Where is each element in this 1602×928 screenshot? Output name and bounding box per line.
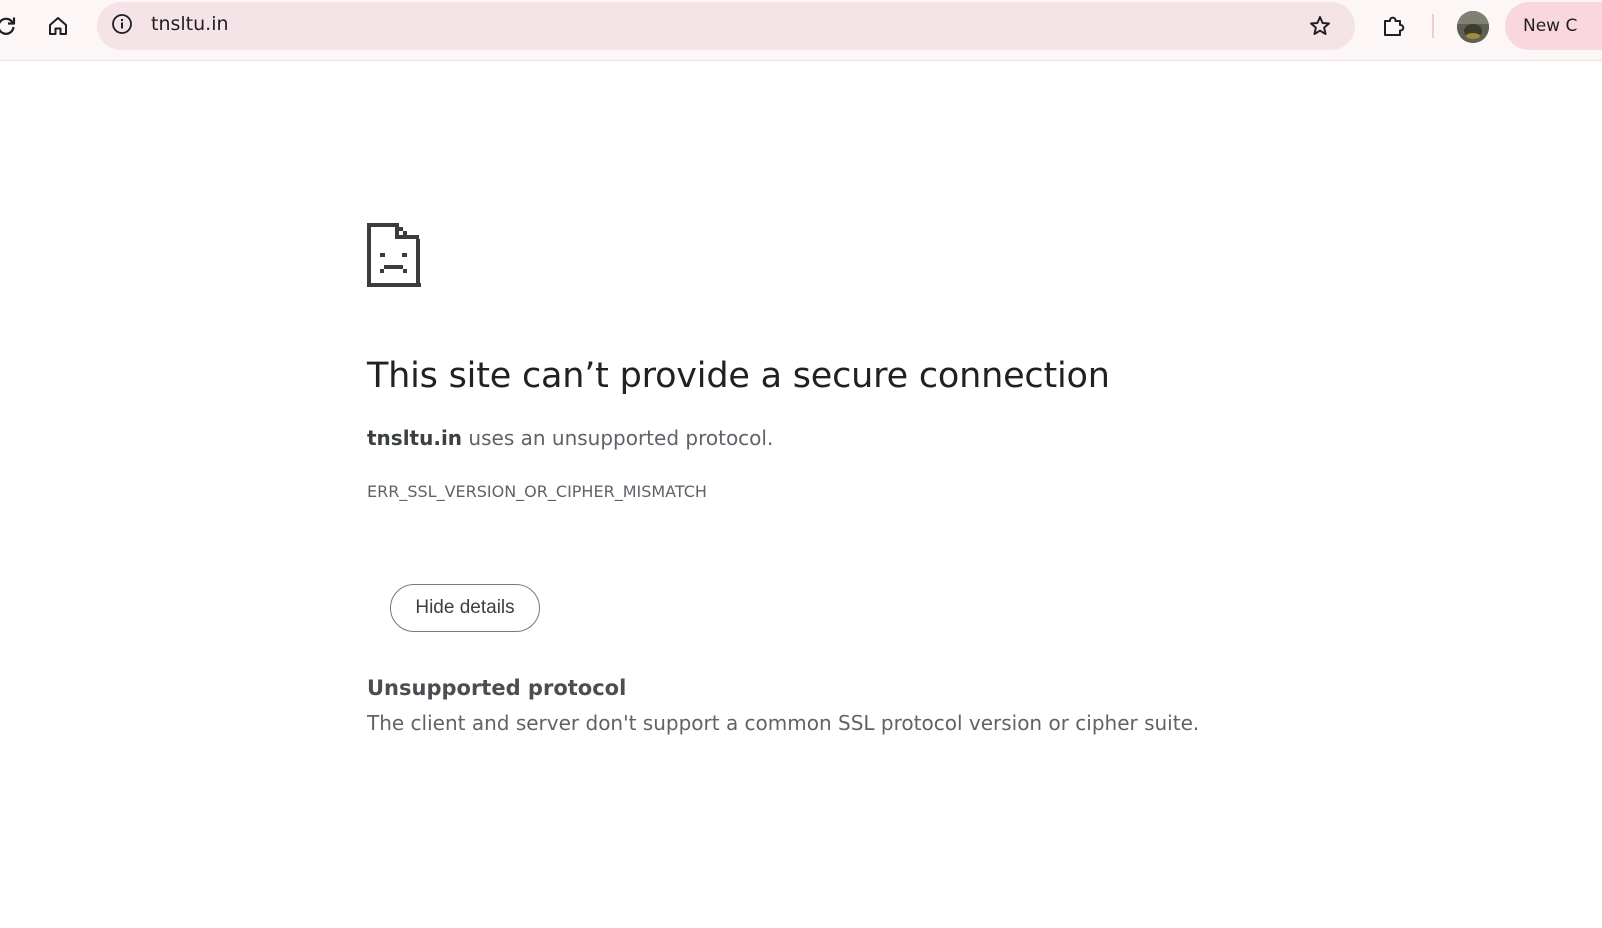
error-summary: tnsltu.in uses an unsupported protocol.	[367, 426, 773, 450]
info-icon[interactable]	[106, 8, 138, 40]
sad-page-icon	[367, 223, 421, 288]
error-host: tnsltu.in	[367, 426, 463, 450]
new-chrome-chip[interactable]: New C	[1505, 2, 1602, 50]
browser-toolbar: tnsltu.in New C	[0, 0, 1602, 61]
home-icon[interactable]	[40, 8, 76, 44]
profile-avatar[interactable]	[1457, 11, 1489, 43]
star-icon[interactable]	[1302, 8, 1338, 44]
error-heading: This site can’t provide a secure connect…	[367, 356, 1110, 396]
puzzle-icon[interactable]	[1376, 8, 1412, 44]
details-heading: Unsupported protocol	[367, 676, 627, 700]
details-text: The client and server don't support a co…	[367, 711, 1200, 735]
reload-icon[interactable]	[0, 8, 24, 44]
error-code: ERR_SSL_VERSION_OR_CIPHER_MISMATCH	[367, 482, 707, 501]
new-chip-label: New C	[1523, 16, 1578, 36]
address-bar[interactable]	[97, 2, 1355, 50]
toolbar-divider	[1432, 14, 1434, 38]
hide-details-button[interactable]: Hide details	[390, 584, 540, 632]
address-url[interactable]: tnsltu.in	[151, 13, 229, 35]
error-summary-text: uses an unsupported protocol.	[462, 426, 774, 450]
